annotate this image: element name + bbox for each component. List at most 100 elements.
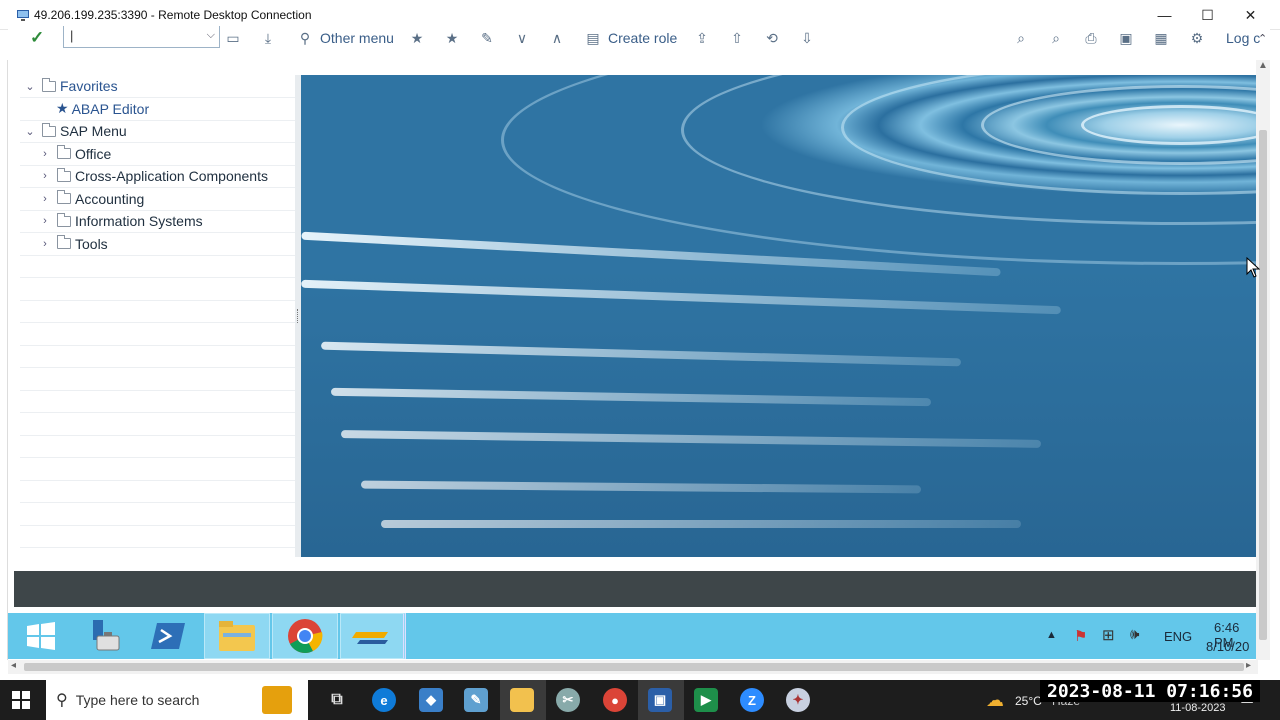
folder-icon <box>219 621 255 651</box>
search-icon[interactable]: ⌕ <box>1012 29 1030 47</box>
briefcase-icon[interactable] <box>262 686 292 714</box>
chevron-up-icon[interactable]: ⌃ <box>1258 32 1267 45</box>
move-down-icon[interactable]: ∨ <box>513 29 531 47</box>
windows-logo-icon <box>27 622 55 650</box>
mouse-cursor-icon <box>1246 256 1261 284</box>
search-next-icon[interactable]: ⌕ <box>1047 29 1065 47</box>
action-center-flag-icon[interactable]: ⚑ <box>1074 627 1087 645</box>
remote-desktop-icon <box>16 8 30 22</box>
scrollbar-thumb[interactable] <box>24 663 1244 671</box>
folder-icon <box>57 235 71 250</box>
folder-icon[interactable] <box>510 688 534 712</box>
collapse-icon[interactable]: ⌄ <box>22 80 38 93</box>
move-up-icon[interactable]: ∧ <box>548 29 566 47</box>
sap-status-bar <box>14 571 1256 607</box>
server-manager-button[interactable] <box>72 613 138 659</box>
snipping-tool-icon[interactable]: ✂ <box>556 688 580 712</box>
create-role-button[interactable]: ▤ Create role <box>584 23 677 53</box>
search-icon: ⚲ <box>56 692 68 709</box>
log-off-button[interactable]: Log c <box>1222 23 1260 53</box>
remote-start-button[interactable] <box>8 613 74 659</box>
other-menu-button[interactable]: ⚲ Other menu <box>296 23 394 53</box>
remote-clock-date: 8/10/20 <box>1206 639 1250 654</box>
network-icon[interactable]: ⊞ <box>1102 626 1115 644</box>
window-title: 49.206.199.235:3390 - Remote Desktop Con… <box>34 8 312 22</box>
weather-temperature[interactable]: 25°C <box>1015 694 1042 708</box>
folder-icon <box>57 145 71 160</box>
task-view-icon[interactable]: ⧉ <box>325 688 349 712</box>
windows-logo-icon <box>12 691 30 709</box>
chevron-down-icon[interactable]: ⌵ <box>207 29 215 42</box>
tree-node-favorites[interactable]: ⌄ Favorites <box>20 75 295 98</box>
folder-open-icon <box>42 77 56 92</box>
sap-gui-icon[interactable]: ✦ <box>786 688 810 712</box>
remote-desktop-icon[interactable]: ▣ <box>648 688 672 712</box>
download-icon[interactable]: ⤓ <box>259 29 277 47</box>
chrome-button[interactable] <box>272 613 338 659</box>
enter-check-icon[interactable]: ✓ <box>30 23 44 53</box>
vertical-scrollbar[interactable]: ▲ <box>1256 60 1270 660</box>
sap-easy-access-background-image <box>301 75 1256 557</box>
scroll-left-icon[interactable]: ◂ <box>11 660 16 671</box>
save-favorite-icon[interactable]: ▭ <box>224 29 242 47</box>
remote-taskbar: ▲ ⚑ ⊞ 🕪 ENG 6:46 PM 8/10/20 <box>8 613 1256 659</box>
splitter-grip[interactable] <box>297 309 299 323</box>
chrome-icon[interactable]: ● <box>603 688 627 712</box>
tree-node-cross-application[interactable]: › Cross-Application Components <box>20 165 295 188</box>
tree-node-abap-editor[interactable]: ★ ABAP Editor <box>20 98 295 121</box>
settings-list-icon[interactable]: ⇩ <box>798 29 816 47</box>
role-icon: ▤ <box>586 29 600 46</box>
taskbar-search-box[interactable]: ⚲ Type here to search <box>46 680 308 720</box>
show-hidden-icons-icon[interactable]: ▲ <box>1046 629 1057 641</box>
delete-favorite-icon[interactable]: ★ <box>443 29 461 47</box>
meet-icon[interactable]: ▶ <box>694 688 718 712</box>
edge-icon[interactable]: e <box>372 688 396 712</box>
zoom-icon[interactable]: Z <box>740 688 764 712</box>
folder-icon <box>57 190 71 205</box>
tree-node-tools[interactable]: › Tools <box>20 233 295 256</box>
scroll-up-icon[interactable]: ▲ <box>1258 60 1268 71</box>
new-session-icon[interactable]: ▣ <box>1117 29 1135 47</box>
command-field[interactable]: | ⌵ <box>63 26 220 48</box>
star-icon: ★ <box>56 100 69 117</box>
scrollbar-thumb[interactable] <box>1259 130 1267 640</box>
refresh-icon[interactable]: ⟲ <box>763 29 781 47</box>
folder-icon <box>57 167 71 182</box>
tree-node-information-systems[interactable]: › Information Systems <box>20 210 295 233</box>
customize-icon[interactable]: ⚙ <box>1188 29 1206 47</box>
documentation-icon[interactable]: ⇧ <box>728 29 746 47</box>
add-favorite-icon[interactable]: ★ <box>408 29 426 47</box>
volume-icon[interactable]: 🕪 <box>1130 626 1139 643</box>
app-icon[interactable]: ◆ <box>419 688 443 712</box>
edit-pencil-icon[interactable]: ✎ <box>478 29 496 47</box>
tree-node-sap-menu[interactable]: ⌄ SAP Menu <box>20 120 295 143</box>
chevron-right-icon[interactable]: › <box>37 170 53 182</box>
folder-open-icon <box>42 122 56 137</box>
local-clock-date: 11-08-2023 <box>1170 702 1226 714</box>
scroll-right-icon[interactable]: ▸ <box>1246 660 1251 671</box>
chevron-right-icon[interactable]: › <box>37 238 53 250</box>
tree-node-accounting[interactable]: › Accounting <box>20 188 295 211</box>
weather-icon: ☁ <box>986 690 1004 710</box>
remote-language-indicator[interactable]: ENG <box>1164 629 1192 644</box>
notepad-icon[interactable]: ✎ <box>464 688 488 712</box>
sap-logon-button[interactable] <box>340 613 406 659</box>
horizontal-scrollbar[interactable]: ◂ ▸ <box>8 660 1258 674</box>
chevron-right-icon[interactable]: › <box>37 193 53 205</box>
chevron-right-icon[interactable]: › <box>37 215 53 227</box>
chevron-right-icon[interactable]: › <box>37 148 53 160</box>
collapse-icon[interactable]: ⌄ <box>22 125 38 138</box>
left-ruler <box>0 60 8 660</box>
powershell-button[interactable] <box>136 613 202 659</box>
shortcut-icon[interactable]: ▦ <box>1152 29 1170 47</box>
file-explorer-button[interactable] <box>204 613 270 659</box>
recording-timestamp-overlay: 2023-08-11 07:16:56 <box>1040 680 1260 702</box>
sap-menu-tree: ⌄ Favorites ★ ABAP Editor ⌄ SAP Menu › O… <box>20 75 295 557</box>
start-button[interactable] <box>12 691 30 714</box>
server-manager-icon <box>93 620 120 651</box>
sap-logon-icon <box>352 632 388 644</box>
assign-users-icon[interactable]: ⇪ <box>693 29 711 47</box>
sap-toolbar: ✓ | ⌵ ▭ ⤓ ⚲ Other menu ★ ★ ✎ ∨ ∧ ▤ Creat… <box>8 22 1270 60</box>
tree-node-office[interactable]: › Office <box>20 143 295 166</box>
print-icon[interactable]: ⎙ <box>1082 29 1100 47</box>
